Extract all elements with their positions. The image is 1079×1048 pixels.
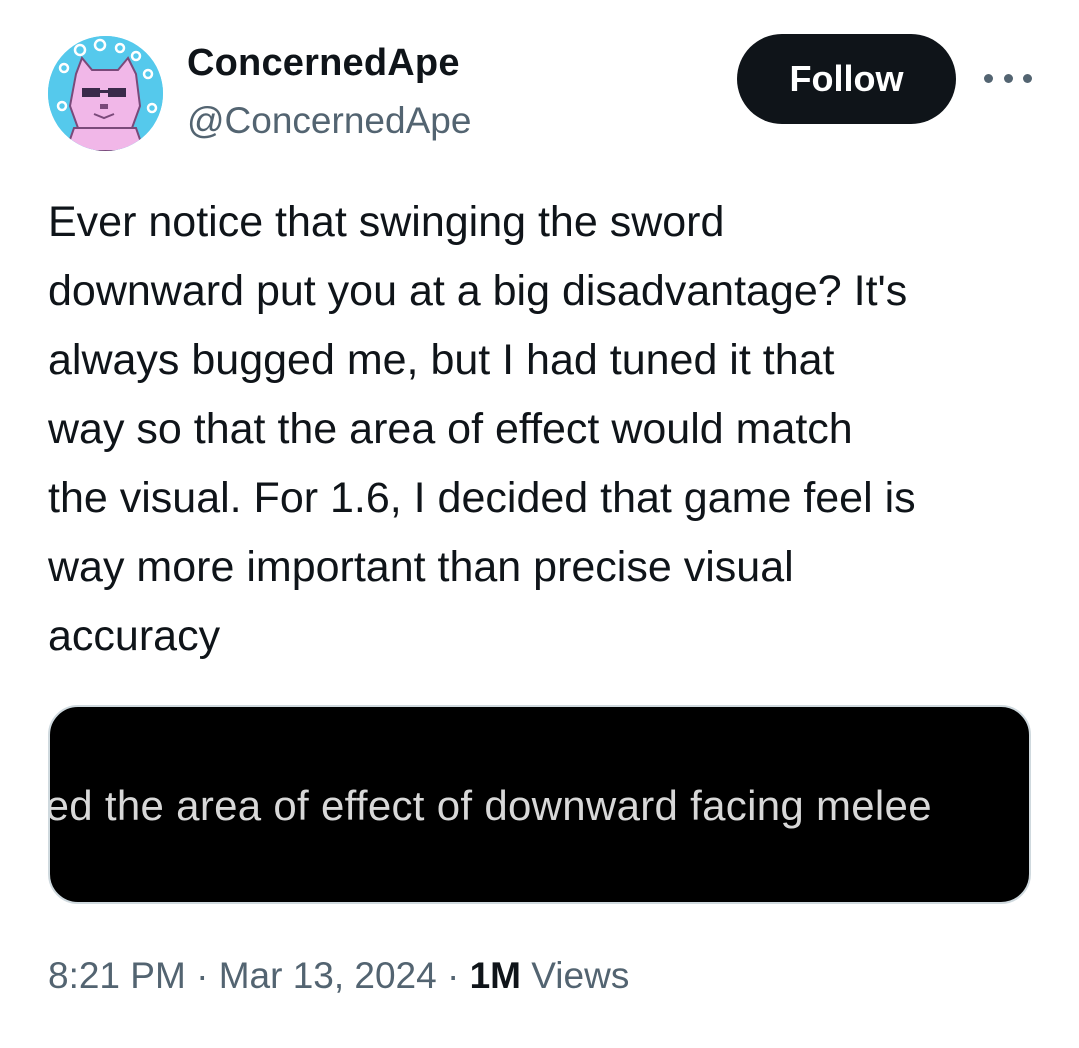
author-names: ConcernedApe @ConcernedApe — [187, 40, 471, 144]
tweet-meta: 8:21 PM · Mar 13, 2024 · 1M Views — [48, 955, 629, 997]
media-image[interactable]: led the area of effect of downward facin… — [48, 705, 1031, 904]
avatar[interactable] — [48, 36, 163, 151]
timestamp-date[interactable]: Mar 13, 2024 — [219, 955, 437, 996]
tweet-text: Ever notice that swinging the sword down… — [48, 188, 1048, 671]
timestamp-time[interactable]: 8:21 PM — [48, 955, 186, 996]
meta-separator: · — [447, 955, 470, 996]
more-options-icon[interactable] — [984, 60, 1032, 96]
tweet-text-line: always bugged me, but I had tuned it tha… — [48, 336, 835, 384]
tweet-text-line: the visual. For 1.6, I decided that game… — [48, 474, 916, 522]
meta-separator: · — [196, 955, 219, 996]
pixel-cat-avatar-icon — [48, 36, 163, 151]
tweet-text-line: downward put you at a big disadvantage? … — [48, 267, 908, 315]
tweet-text-line: way so that the area of effect would mat… — [48, 405, 853, 453]
views-count: 1M — [469, 955, 522, 996]
more-dot — [1003, 73, 1013, 83]
views-label: Views — [531, 955, 630, 996]
display-name[interactable]: ConcernedApe — [187, 40, 471, 86]
media-caption-text: led the area of effect of downward facin… — [48, 782, 932, 829]
tweet-text-line: way more important than precise visual — [48, 543, 794, 591]
more-dot — [1023, 73, 1032, 83]
tweet-card: ConcernedApe @ConcernedApe Follow Ever n… — [0, 0, 1079, 1048]
tweet-text-line: accuracy — [48, 612, 221, 660]
more-dot — [984, 73, 993, 83]
follow-button[interactable]: Follow — [737, 34, 956, 124]
tweet-text-line: Ever notice that swinging the sword — [48, 198, 725, 246]
user-handle[interactable]: @ConcernedApe — [187, 98, 471, 144]
